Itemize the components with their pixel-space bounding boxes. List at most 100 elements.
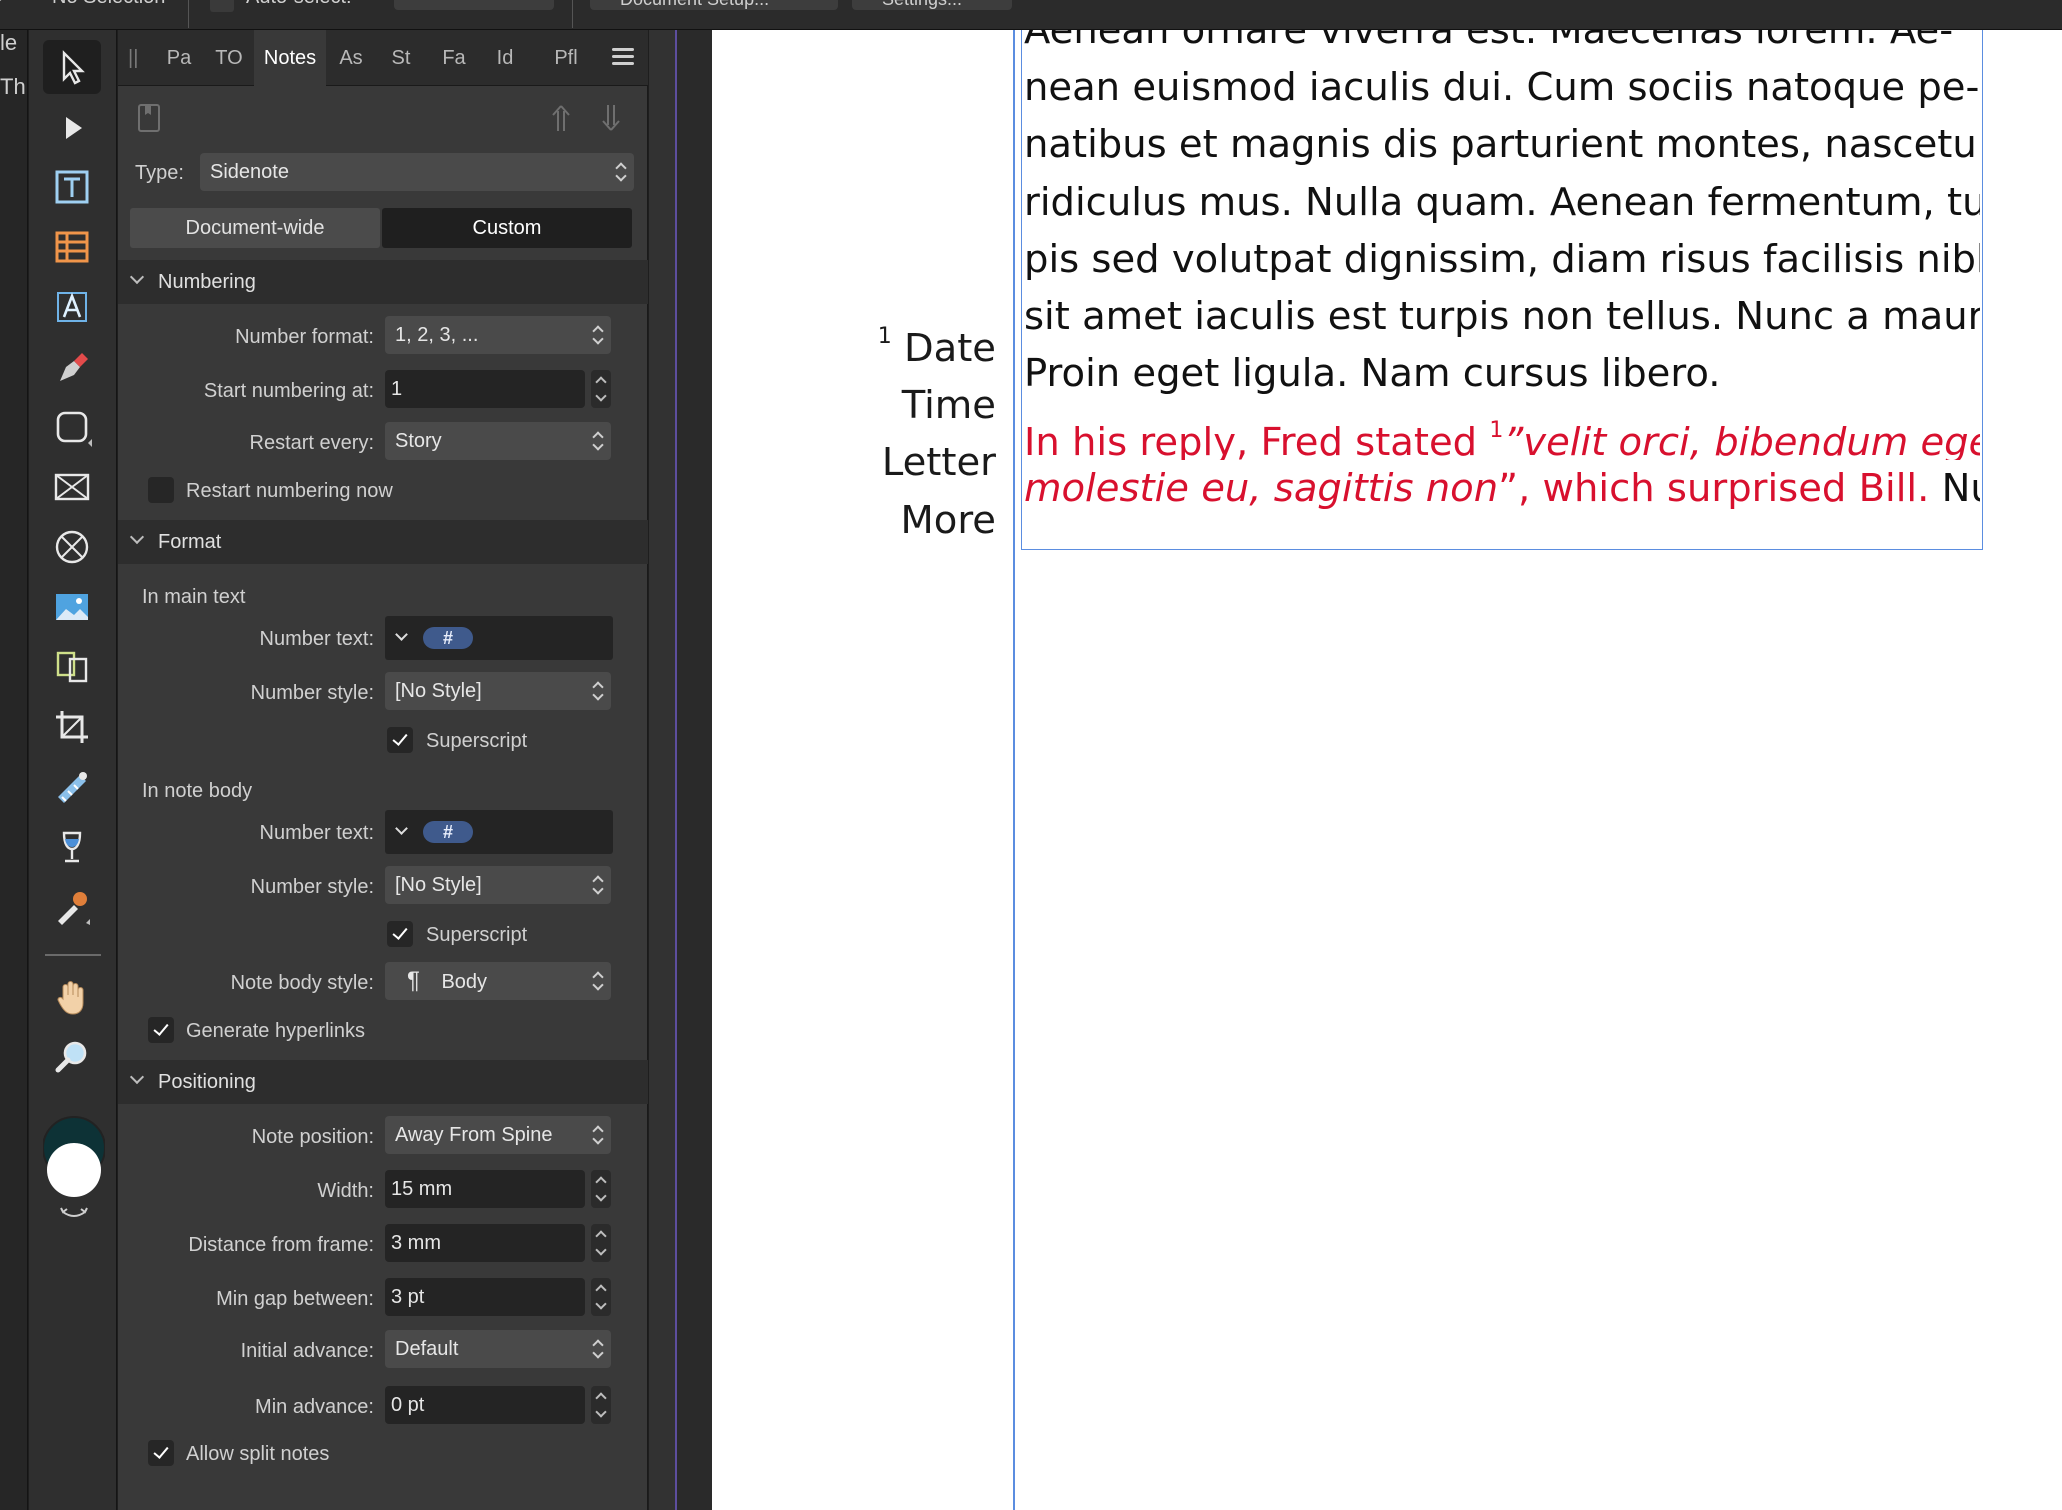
note-number-style-select[interactable]: [No Style] [385, 866, 611, 904]
note-superscript-checkbox[interactable] [387, 921, 413, 947]
positioning-title: Positioning [158, 1071, 256, 1093]
vector-crop-tool-button[interactable] [43, 640, 101, 694]
positioning-section-header[interactable]: Positioning [118, 1060, 648, 1104]
restart-every-select[interactable]: Story [385, 422, 611, 460]
format-title: Format [158, 531, 222, 553]
place-image-tool-button[interactable] [43, 580, 101, 634]
picture-frame-rectangle-icon [54, 473, 90, 501]
body-text-line: nean euismod iaculis dui. Cum sociis nat… [1024, 65, 1980, 111]
eyedropper-icon [58, 892, 90, 925]
tab-id[interactable]: Id [480, 30, 530, 86]
tab-as[interactable]: As [326, 30, 376, 86]
generate-hyperlinks-checkbox[interactable] [148, 1017, 174, 1043]
min-advance-input[interactable]: 0 pt [385, 1386, 585, 1424]
note-body-style-select[interactable]: ¶ Body [385, 962, 611, 1000]
custom-toggle[interactable]: Custom [382, 208, 632, 248]
note-number-text-field[interactable]: # [385, 810, 613, 854]
format-section-header[interactable]: Format [118, 520, 648, 564]
chevron-down-icon[interactable] [395, 822, 408, 835]
rectangle-tool-button[interactable] [43, 400, 101, 454]
numbering-section-header[interactable]: Numbering [118, 260, 648, 304]
min-gap-stepper[interactable] [591, 1278, 611, 1316]
tab-st[interactable]: St [376, 30, 426, 86]
body-text-line: natibus et magnis dis parturient montes,… [1024, 122, 1980, 168]
allow-split-notes-checkbox[interactable] [148, 1440, 174, 1466]
view-tool-button[interactable] [43, 970, 101, 1024]
notes-panel: || Pa TO Notes As St Fa Id Pfl Type: Sid… [118, 30, 648, 1510]
body-text-line: sit amet iaculis est turpis non tellus. … [1024, 293, 1980, 339]
tab-to[interactable]: TO [204, 30, 254, 86]
tab-fa[interactable]: Fa [428, 30, 480, 86]
frame-text-tool-button[interactable] [43, 160, 101, 214]
document-setup-button[interactable]: Document Setup... [590, 0, 838, 10]
artistic-text-tool-button[interactable] [43, 280, 101, 334]
min-advance-stepper[interactable] [591, 1386, 611, 1424]
main-superscript-label: Superscript [426, 730, 528, 752]
panel-menu-icon[interactable] [612, 48, 634, 66]
auto-select-dropdown[interactable] [394, 0, 554, 10]
main-number-style-select[interactable]: [No Style] [385, 672, 611, 710]
main-superscript-checkbox[interactable] [387, 727, 413, 753]
tab-notes[interactable]: Notes [254, 30, 326, 86]
min-gap-input[interactable]: 3 pt [385, 1278, 585, 1316]
min-gap-label: Min gap between: [216, 1288, 374, 1310]
pen-tool-button[interactable] [43, 340, 101, 394]
color-picker-tool-button[interactable] [43, 880, 101, 934]
sidenote-line-3: Letter [881, 440, 996, 486]
tab-pa[interactable]: Pa [154, 30, 204, 86]
picture-frame-tool-button[interactable] [43, 460, 101, 514]
sidenote-line-2: Time [901, 383, 996, 429]
note-reference-number: 1 [1489, 418, 1504, 444]
body-text-line: Aenean ornare viverra est. Maecenas lore… [1024, 30, 1954, 53]
main-number-text-field[interactable]: # [385, 616, 613, 660]
zoom-tool-button[interactable] [43, 1030, 101, 1084]
restart-numbering-now-checkbox[interactable] [148, 477, 174, 503]
number-format-select[interactable]: 1, 2, 3, ... [385, 316, 611, 354]
next-note-button[interactable] [596, 102, 626, 134]
gradient-ruler-icon [58, 772, 87, 803]
number-token[interactable]: # [423, 821, 473, 843]
toolbar-divider [45, 954, 101, 956]
document-wide-toggle[interactable]: Document-wide [130, 208, 380, 248]
start-numbering-input[interactable]: 1 [385, 370, 585, 408]
quoted-text-line: molestie eu, sagittis non”, which surpri… [1024, 465, 1980, 511]
move-tool-button[interactable] [43, 40, 101, 94]
sidenote-line-4: More [900, 497, 996, 543]
auto-select-checkbox[interactable] [210, 0, 234, 12]
start-numbering-stepper[interactable] [591, 370, 611, 408]
fill-tool-button[interactable] [43, 820, 101, 874]
width-stepper[interactable] [591, 1170, 611, 1208]
settings-button[interactable]: Settings... [852, 0, 1012, 10]
chevron-down-icon[interactable] [395, 628, 408, 641]
transparency-tool-button[interactable] [43, 760, 101, 814]
distance-from-frame-stepper[interactable] [591, 1224, 611, 1262]
crop-tool-button[interactable] [43, 700, 101, 754]
number-token[interactable]: # [423, 627, 473, 649]
picture-frame-ellipse-tool-button[interactable] [43, 520, 101, 574]
fill-stroke-color-well[interactable] [42, 1108, 106, 1248]
body-text-line: Proin eget ligula. Nam cursus libero. [1024, 351, 1721, 397]
width-input[interactable]: 15 mm [385, 1170, 585, 1208]
restart-every-value: Story [395, 430, 442, 452]
note-superscript-label: Superscript [426, 924, 528, 946]
sidenote[interactable]: 1 Date Time Letter More [842, 308, 996, 549]
previous-note-button[interactable] [546, 102, 576, 134]
panel-grip-icon[interactable]: || [128, 30, 138, 86]
distance-from-frame-input[interactable]: 3 mm [385, 1224, 585, 1262]
note-body-style-value: Body [441, 971, 488, 993]
body-text[interactable]: Aenean ornare viverra est. Maecenas lore… [1024, 30, 1980, 517]
initial-advance-select[interactable]: Default [385, 1330, 611, 1368]
generate-hyperlinks-label: Generate hyperlinks [186, 1020, 365, 1042]
note-style-button[interactable] [134, 102, 164, 134]
chevron-updown-icon [616, 161, 626, 183]
note-type-select[interactable]: Sidenote [200, 153, 634, 191]
initial-advance-label: Initial advance: [240, 1340, 374, 1362]
note-position-select[interactable]: Away From Spine [385, 1116, 611, 1154]
initial-advance-value: Default [395, 1338, 459, 1360]
node-tool-button[interactable] [43, 100, 101, 154]
restart-every-label: Restart every: [249, 432, 374, 454]
table-tool-button[interactable] [43, 220, 101, 274]
tab-pfl[interactable]: Pfl [536, 30, 596, 86]
magnifier-icon [55, 1041, 87, 1073]
document-page[interactable]: 1 Date Time Letter More Aenean ornare vi… [712, 30, 2062, 1510]
